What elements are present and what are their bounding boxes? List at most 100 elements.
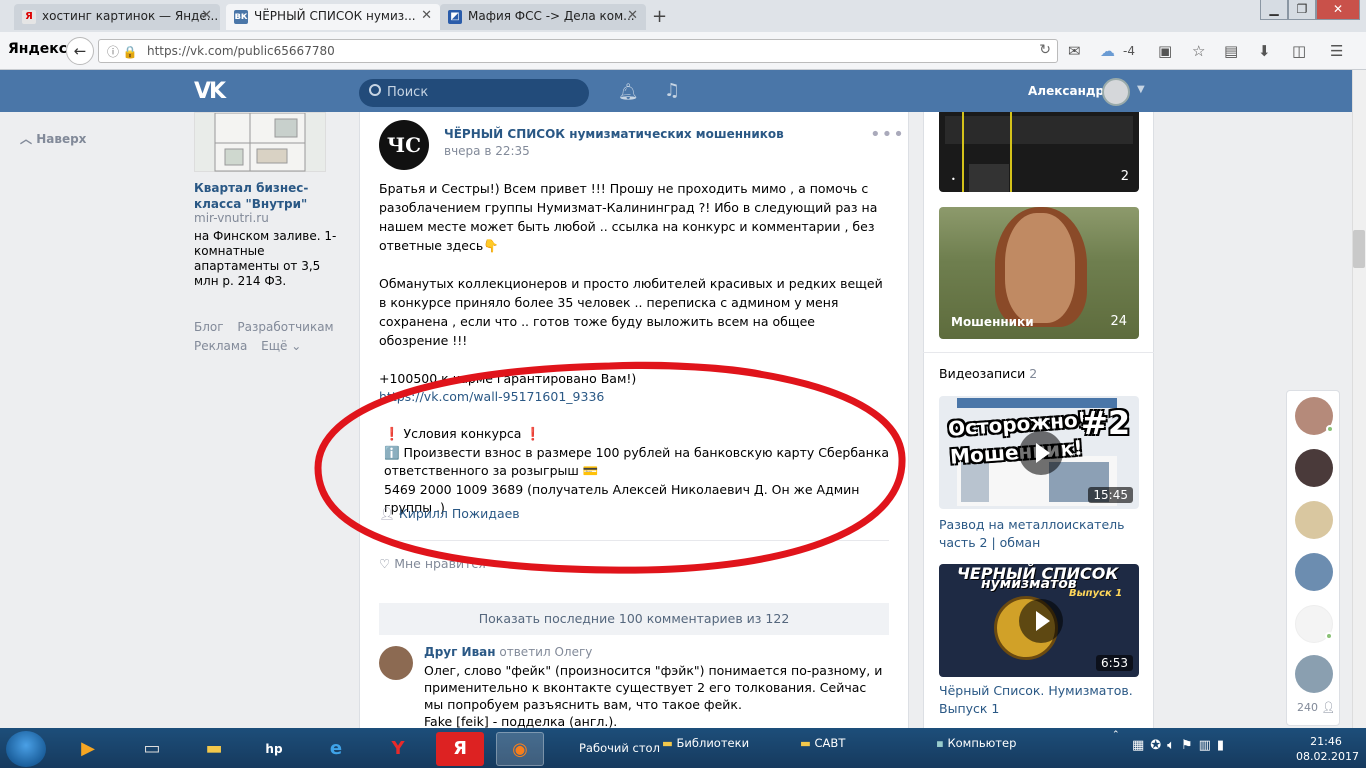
savt-label[interactable]: ▬ САВТ [800, 736, 845, 750]
close-icon[interactable]: ✕ [421, 8, 432, 23]
tab-vk-blacklist[interactable]: вк ЧЁРНЫЙ СПИСОК нумиз... ✕ [226, 4, 440, 30]
close-window-button[interactable]: ✕ [1316, 0, 1360, 20]
browser-tab-bar: Я хостинг картинок — Янде... ✕ вк ЧЁРНЫЙ… [0, 0, 1366, 32]
post-link[interactable]: https://vk.com/wall-95171601_9336 [379, 389, 604, 404]
url-text[interactable]: https://vk.com/public65667780 [147, 44, 335, 58]
media-player-icon[interactable]: ▶ [64, 732, 112, 766]
play-icon[interactable] [1019, 431, 1063, 475]
footer-link-developers[interactable]: Разработчикам [237, 320, 333, 334]
back-button[interactable]: ← [66, 37, 94, 65]
online-indicator [1326, 425, 1334, 433]
avatar[interactable] [1102, 78, 1130, 106]
desktop-label[interactable]: Рабочий стол [579, 741, 660, 755]
post-time[interactable]: вчера в 22:35 [444, 144, 530, 158]
lock-icon[interactable]: ⓘ 🔒 [107, 43, 138, 60]
video1-overlay-text: Осторожно! Мошенник! [947, 407, 1088, 469]
friends-count[interactable]: 240 👤︎ [1297, 701, 1335, 714]
address-bar[interactable]: ⓘ 🔒 https://vk.com/public65667780 ↻ [98, 39, 1058, 63]
videos-heading[interactable]: Видеозаписи 2 [939, 366, 1037, 381]
tab-label: Мафия ФСС -> Дела ком... [468, 9, 635, 23]
video2-title[interactable]: Чёрный Список. Нумизматов. Выпуск 1 [939, 682, 1139, 718]
firefox-icon[interactable]: ◉ [496, 732, 544, 766]
yandex-icon[interactable]: Я [436, 732, 484, 766]
maximize-button[interactable]: ❐ [1288, 0, 1316, 20]
footer-link-ads[interactable]: Реклама [194, 339, 247, 353]
search-input[interactable]: Поиск [359, 79, 589, 107]
group-avatar[interactable]: ЧС [379, 120, 429, 170]
internet-explorer-icon[interactable]: e [312, 732, 360, 766]
libraries-label[interactable]: ▬ Библиотеки [662, 736, 749, 750]
friend-avatar[interactable] [1295, 501, 1333, 539]
album2-count: 24 [1110, 314, 1127, 329]
close-icon[interactable]: ✕ [201, 8, 212, 23]
folder-icon: ▬ [662, 736, 673, 750]
back-to-top-link[interactable]: ︿ Наверх [20, 130, 86, 147]
user-name[interactable]: Александр [1028, 84, 1104, 98]
friend-avatar[interactable] [1295, 553, 1333, 591]
video1-title[interactable]: Развод на металлоискатель часть 2 | обма… [939, 516, 1139, 552]
menu-icon[interactable]: ☰ [1330, 42, 1343, 60]
reading-list-icon[interactable]: ▤ [1224, 42, 1238, 60]
system-tray[interactable]: ▦✪🔈︎⚑▥▮ [1132, 738, 1230, 753]
ad-description: на Финском заливе. 1-комнатные апартамен… [194, 229, 337, 288]
new-tab-button[interactable]: + [652, 6, 667, 27]
bookmark-star-icon[interactable]: ☆ [1192, 42, 1205, 60]
show-comments-button[interactable]: Показать последние 100 комментариев из 1… [379, 603, 889, 635]
friend-avatar[interactable] [1295, 449, 1333, 487]
comment-author[interactable]: Друг Иван [424, 645, 496, 659]
ad-title[interactable]: Квартал бизнес-класса "Внутри" [194, 180, 344, 212]
cloud-icon[interactable]: ☁ [1100, 42, 1115, 60]
heart-icon: ♡ [379, 556, 391, 571]
page-scrollbar[interactable] [1352, 70, 1366, 732]
close-icon[interactable]: ✕ [627, 8, 638, 23]
friend-avatar[interactable] [1295, 655, 1333, 693]
tab-label: хостинг картинок — Янде... [42, 9, 219, 23]
hp-icon[interactable]: hp [250, 732, 298, 766]
weather-temp[interactable]: -4 [1123, 44, 1135, 58]
photo-album-moshenniki[interactable]: Мошенники 24 [939, 207, 1139, 339]
yandex-browser-icon[interactable]: Y [374, 732, 422, 766]
extension-icon[interactable]: ▣ [1158, 42, 1172, 60]
friend-avatar[interactable] [1295, 605, 1333, 643]
contest-conditions: ❗ Условия конкурса ❗ ℹ️ Произвести взнос… [384, 425, 894, 518]
pocket-icon[interactable]: ◫ [1292, 42, 1306, 60]
yandex-logo[interactable]: Яндекс [8, 41, 67, 57]
scrollbar-thumb[interactable] [1353, 230, 1365, 268]
start-button[interactable] [6, 731, 46, 767]
friend-avatar[interactable] [1295, 397, 1334, 435]
download-icon[interactable]: ⬇ [1258, 42, 1271, 60]
computer-label[interactable]: ▪ Компьютер [936, 736, 1016, 750]
video-thumbnail-2[interactable]: ЧЕРНЫЙ СПИСОК нумизматов Выпуск 1 6:53 [939, 564, 1139, 677]
photo-album-1[interactable]: • 2 [939, 112, 1139, 192]
footer-link-blog[interactable]: Блог [194, 320, 224, 334]
reload-icon[interactable]: ↻ [1039, 42, 1051, 58]
post-author[interactable]: ЧЁРНЫЙ СПИСОК нумизматических мошенников [444, 127, 784, 141]
comment-reply-to[interactable]: ответил Олегу [499, 645, 592, 659]
tab-yandex-images[interactable]: Я хостинг картинок — Янде... ✕ [14, 4, 220, 30]
yandex-icon: Я [22, 10, 36, 24]
comment-avatar[interactable] [379, 646, 413, 680]
footer-link-more[interactable]: Ещё ⌄ [261, 339, 301, 353]
ad-image[interactable] [194, 112, 326, 172]
like-button[interactable]: ♡ Мне нравится [379, 556, 509, 571]
play-icon[interactable] [1019, 599, 1063, 643]
mail-icon[interactable]: ✉ [1068, 42, 1081, 60]
minimize-button[interactable]: ▁ [1260, 0, 1288, 20]
post-paragraph: +100500 к карме гарантировано Вам!) [379, 371, 637, 386]
music-icon[interactable]: ♫ [664, 80, 680, 101]
vk-logo[interactable]: VK [194, 79, 228, 104]
video-thumbnail-1[interactable]: Осторожно! Мошенник! #2 15:45 [939, 396, 1139, 509]
video1-duration: 15:45 [1088, 487, 1133, 503]
tray-expand-icon[interactable]: ⌃ [1112, 730, 1120, 740]
more-options-icon[interactable]: ••• [870, 124, 905, 145]
ad-url[interactable]: mir-vnutri.ru [194, 211, 269, 225]
scanner-icon[interactable]: ▭ [128, 732, 176, 766]
folder-icon[interactable]: ▬ [190, 732, 238, 766]
album2-label: Мошенники [951, 315, 1034, 329]
taskbar-clock[interactable]: 21:46 08.02.2017 [1296, 734, 1359, 764]
post-signer[interactable]: 👤︎ Кирилл Пожидаев [379, 506, 520, 522]
chevron-down-icon[interactable]: ▼ [1137, 84, 1145, 95]
bell-icon[interactable]: 🔔︎ [618, 82, 638, 101]
tab-mafia-fss[interactable]: ◩ Мафия ФСС -> Дела ком... ✕ [440, 4, 646, 30]
search-icon [369, 84, 381, 96]
